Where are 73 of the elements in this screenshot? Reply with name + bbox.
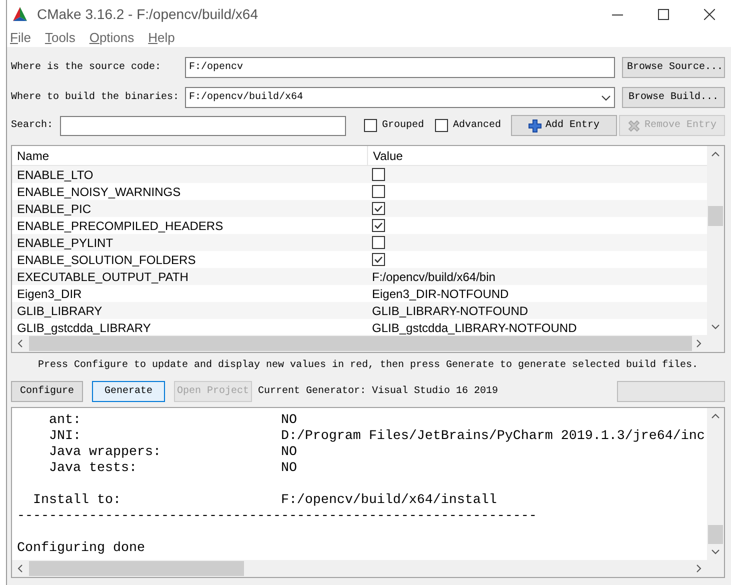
log-line: ----------------------------------------------------------------- [17,509,538,525]
table-cell-text: ENABLE_PRECOMPILED_HEADERS [16,218,224,234]
plus-icon [528,118,542,132]
scroll-left-icon[interactable] [17,339,23,348]
checkbox[interactable] [364,119,377,132]
table-cell-text: GLIB_gstcdda_LIBRARY [16,320,152,336]
source-field[interactable]: F:/opencv [185,57,615,78]
checkbox[interactable] [372,185,385,198]
scroll-right-icon[interactable] [696,564,702,573]
table-cell-text: GLIB_LIBRARY-NOTFOUND [371,302,530,320]
table-cell-text: ENABLE_SOLUTION_FOLDERS [16,252,197,268]
scroll-up-icon[interactable] [711,413,720,419]
checkbox-label: Grouped [382,118,424,133]
vertical-scrollbar[interactable] [707,146,724,335]
scroll-down-icon[interactable] [711,324,720,330]
scrollbar-thumb[interactable] [29,561,244,576]
scroll-right-icon[interactable] [696,339,702,348]
field-label: Where to build the binaries: [11,90,180,105]
table-cell-text: GLIB_gstcdda_LIBRARY-NOTFOUND [371,320,578,336]
table-cell-text: EXECUTABLE_OUTPUT_PATH [16,268,190,286]
horizontal-scrollbar[interactable] [12,560,724,577]
checkbox[interactable] [372,219,385,232]
search-field[interactable] [60,116,346,136]
browse-source-button[interactable]: Browse Source... [622,57,725,78]
table-cell-text: ENABLE_PYLINT [16,234,114,252]
browse-build-button[interactable]: Browse Build... [622,87,725,108]
maximize-icon[interactable] [658,8,669,20]
scroll-up-icon[interactable] [711,151,720,157]
table-cell-text: GLIB_LIBRARY [16,302,104,320]
log-line: JNI: D:/Program Files/JetBrains/PyCharm 2019.1.3/jre64/inc [48,429,706,445]
checkbox[interactable] [434,119,448,132]
scrollbar-thumb[interactable] [29,336,692,351]
table-cell-text: Eigen3_DIR-NOTFOUND [371,286,510,302]
build-dropdown[interactable]: F:/opencv/build/x64 [185,87,615,108]
checkbox[interactable] [372,253,385,266]
action-button[interactable]: Configure [11,380,83,402]
vertical-scrollbar[interactable] [707,408,724,560]
scrollbar-thumb[interactable] [708,525,723,544]
table-cell-text: Eigen3_DIR [16,286,83,302]
field-label: Where is the source code: [11,60,162,75]
table-cell-text: ENABLE_LTO [16,166,94,184]
action-button[interactable]: Generate [92,380,165,402]
horizontal-scrollbar[interactable] [12,335,724,352]
triangle-logo-icon [12,6,28,22]
table-cell-text: F:/opencv/build/x64/bin [371,268,496,286]
menu-item[interactable]: Tools [44,28,76,48]
log-line: Configuring done [17,541,146,557]
instruction-text: Press Configure to update and display new values in red, then press Generate to generate selected build files. [38,358,698,373]
scroll-left-icon[interactable] [17,564,23,573]
log-line: Install to: F:/opencv/build/x64/install [32,493,498,509]
close-icon[interactable] [704,8,715,20]
log-line: ant: NO [48,413,298,429]
checkbox[interactable] [372,202,385,215]
column-header[interactable]: Name [12,146,368,165]
checkbox[interactable] [372,236,385,249]
search-label: Search: [11,118,54,133]
cross-icon [627,118,642,132]
log-line: Java tests: NO [48,461,298,477]
table-cell-text: ENABLE_PIC [16,200,92,218]
menu-item[interactable]: Help [148,28,175,48]
menu-item[interactable]: Options [89,28,134,48]
table-cell-text: ENABLE_NOISY_WARNINGS [16,184,182,200]
column-header[interactable]: Value [368,146,707,165]
scrollbar-thumb[interactable] [708,206,723,226]
log-line: Java wrappers: NO [48,445,298,461]
chevron-down-icon [601,94,611,100]
window-title: CMake 3.16.2 - F:/opencv/build/x64 [37,4,258,24]
generator-text: Current Generator: Visual Studio 16 2019 [258,384,498,398]
add-entry-button[interactable]: Add Entry [511,115,617,136]
checkbox-label: Advanced [452,118,501,133]
menu-item[interactable]: File [10,28,31,48]
checkbox[interactable] [372,168,385,181]
scroll-down-icon[interactable] [711,549,720,555]
